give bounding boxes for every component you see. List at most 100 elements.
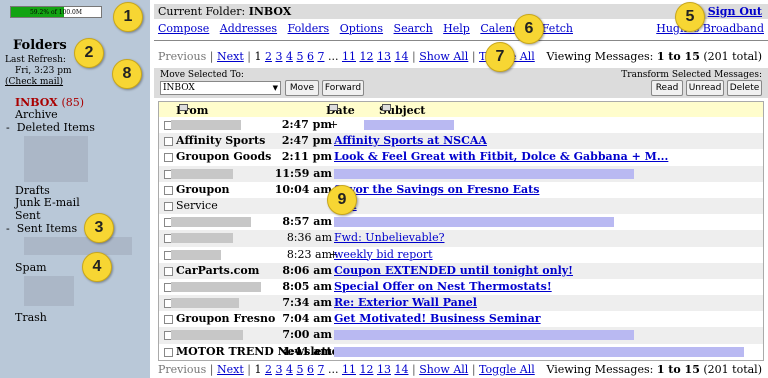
toggle-all-link[interactable]: Toggle All <box>479 363 535 376</box>
menu-addresses[interactable]: Addresses <box>220 22 277 35</box>
row-subject-link[interactable]: Re: Exterior Wall Panel <box>334 296 477 309</box>
table-row[interactable]: 8:23 am + weekly bid report <box>159 247 763 263</box>
callout-7: 7 <box>485 42 515 72</box>
row-date: 8:23 am <box>286 247 332 261</box>
sort-icon[interactable] <box>329 104 338 111</box>
sort-icon[interactable] <box>382 104 391 111</box>
pager-page[interactable]: 7 <box>317 50 324 63</box>
pager-page[interactable]: 5 <box>296 363 303 376</box>
row-checkbox[interactable] <box>164 137 173 147</box>
pager-page[interactable]: 13 <box>377 50 391 63</box>
show-all-link[interactable]: Show All <box>419 363 468 376</box>
pager-page[interactable]: 13 <box>377 363 391 376</box>
pager-page[interactable]: 6 <box>307 50 314 63</box>
show-all-link[interactable]: Show All <box>419 50 468 63</box>
row-date: 11:59 am <box>274 166 332 180</box>
callout-5: 5 <box>675 2 705 32</box>
row-checkbox[interactable] <box>164 185 173 195</box>
table-row[interactable]: CarParts.com 8:06 am Coupon EXTENDED until… <box>159 262 763 279</box>
folders-title: Folders <box>13 38 67 53</box>
row-subject-link[interactable]: Coupon EXTENDED until tonight only! <box>334 264 573 277</box>
pager-page[interactable]: 14 <box>394 363 408 376</box>
pager-page[interactable]: 12 <box>359 363 373 376</box>
table-row[interactable]: 11:59 am <box>159 165 763 182</box>
table-row[interactable]: Groupon 10:04 am Savor the Savings on Fres… <box>159 182 763 198</box>
folder-trash[interactable]: Trash <box>15 311 47 324</box>
row-checkbox[interactable] <box>164 201 173 211</box>
pager-page[interactable]: 6 <box>307 363 314 376</box>
provider-link[interactable]: Hughes Broadband <box>656 22 764 35</box>
menu-help[interactable]: Help <box>443 22 470 35</box>
sort-icon[interactable] <box>179 104 188 111</box>
pager-page[interactable]: 3 <box>275 50 282 63</box>
folder-sent-items-label: Sent Items <box>16 222 78 235</box>
move-folder-select[interactable]: INBOX ▼ <box>160 81 281 95</box>
forward-button[interactable]: Forward <box>322 80 364 96</box>
viewing-messages: Viewing Messages: 1 to 15 (201 total) <box>546 50 762 63</box>
row-subject-link[interactable]: Special Offer on Nest Thermostats! <box>334 280 552 293</box>
table-row[interactable]: 2:47 pm + <box>159 117 763 133</box>
menu-search[interactable]: Search <box>394 22 433 35</box>
pager-page[interactable]: 4 <box>286 50 293 63</box>
row-checkbox[interactable] <box>164 153 173 163</box>
row-checkbox[interactable] <box>164 315 173 325</box>
callout-8: 8 <box>112 59 142 89</box>
row-subject-link[interactable]: Affinity Sports at NSCAA <box>334 134 487 147</box>
table-row[interactable]: 7:34 am Re: Exterior Wall Panel <box>159 295 763 312</box>
folder-sent-items[interactable]: - Sent Items <box>6 222 77 235</box>
row-subject-link[interactable]: Get Motivated! Business Seminar <box>334 312 541 325</box>
pager-next[interactable]: Next <box>217 363 244 376</box>
pager-page[interactable]: 4 <box>286 363 293 376</box>
folder-deleted-items[interactable]: - Deleted Items <box>6 121 95 134</box>
move-button[interactable]: Move <box>285 80 319 96</box>
pager-page[interactable]: 11 <box>342 363 356 376</box>
pager-page[interactable]: 2 <box>265 50 272 63</box>
collapse-toggle[interactable]: - <box>6 121 10 134</box>
folder-spam[interactable]: Spam <box>15 261 47 274</box>
callout-6: 6 <box>514 14 544 44</box>
menu-options[interactable]: Options <box>340 22 383 35</box>
row-checkbox[interactable] <box>164 347 173 357</box>
viewing-total: (201 total) <box>703 50 762 63</box>
menu-fetch[interactable]: Fetch <box>542 22 573 35</box>
pager-page[interactable]: 5 <box>296 50 303 63</box>
row-subject-link[interactable]: Fwd: Unbelievable? <box>334 231 444 244</box>
table-row[interactable]: 7:00 am <box>159 327 763 344</box>
row-date: 7:34 am <box>282 296 332 310</box>
current-folder-label: Current Folder: <box>158 5 246 18</box>
menu-folders[interactable]: Folders <box>288 22 330 35</box>
table-row[interactable]: Service+asm <box>159 197 763 215</box>
pager-page[interactable]: 12 <box>359 50 373 63</box>
pager-current-page: 1 <box>254 363 262 376</box>
row-subject-link[interactable]: Look & Feel Great with Fitbit, Dolce & G… <box>334 150 668 163</box>
collapse-toggle[interactable]: - <box>6 222 10 235</box>
viewing-total: (201 total) <box>703 363 762 376</box>
redacted-subfolders <box>24 237 132 255</box>
pager-page[interactable]: 3 <box>275 363 282 376</box>
table-row[interactable]: Affinity Sports 2:47 pm Affinity Sports at… <box>159 133 763 150</box>
table-row[interactable]: Groupon Fresno 7:04 am Get Motivated! Busi… <box>159 311 763 327</box>
row-subject-link[interactable]: weekly bid report <box>334 248 433 261</box>
pager-page[interactable]: 14 <box>394 50 408 63</box>
folder-junk-email[interactable]: Junk E-mail <box>15 196 80 209</box>
check-mail-link[interactable]: (Check mail) <box>5 77 63 87</box>
folder-archive[interactable]: Archive <box>15 108 58 121</box>
table-row[interactable]: MOTOR TREND Newsletter 4:41 am <box>159 344 763 360</box>
pager-page[interactable]: 2 <box>265 363 272 376</box>
table-row[interactable]: 8:05 am Special Offer on Nest Thermostats… <box>159 279 763 295</box>
table-row[interactable]: 8:57 am <box>159 214 763 230</box>
sign-out-link[interactable]: Sign Out <box>708 5 762 18</box>
delete-button[interactable]: Delete <box>727 80 762 96</box>
mark-unread-button[interactable]: Unread <box>686 80 724 96</box>
table-row[interactable]: Groupon Goods 2:11 pm Look & Feel Great wi… <box>159 149 763 165</box>
mark-read-button[interactable]: Read <box>651 80 683 96</box>
table-row[interactable]: 8:36 am Fwd: Unbelievable? <box>159 230 763 247</box>
pager-ellipsis: ... <box>327 50 339 63</box>
pager-next[interactable]: Next <box>217 50 244 63</box>
menu-compose[interactable]: Compose <box>158 22 209 35</box>
row-checkbox[interactable] <box>164 266 173 276</box>
pager-page[interactable]: 7 <box>317 363 324 376</box>
folder-sent[interactable]: Sent <box>15 209 41 222</box>
row-subject-link[interactable]: Savor the Savings on Fresno Eats <box>334 183 539 196</box>
pager-page[interactable]: 11 <box>342 50 356 63</box>
